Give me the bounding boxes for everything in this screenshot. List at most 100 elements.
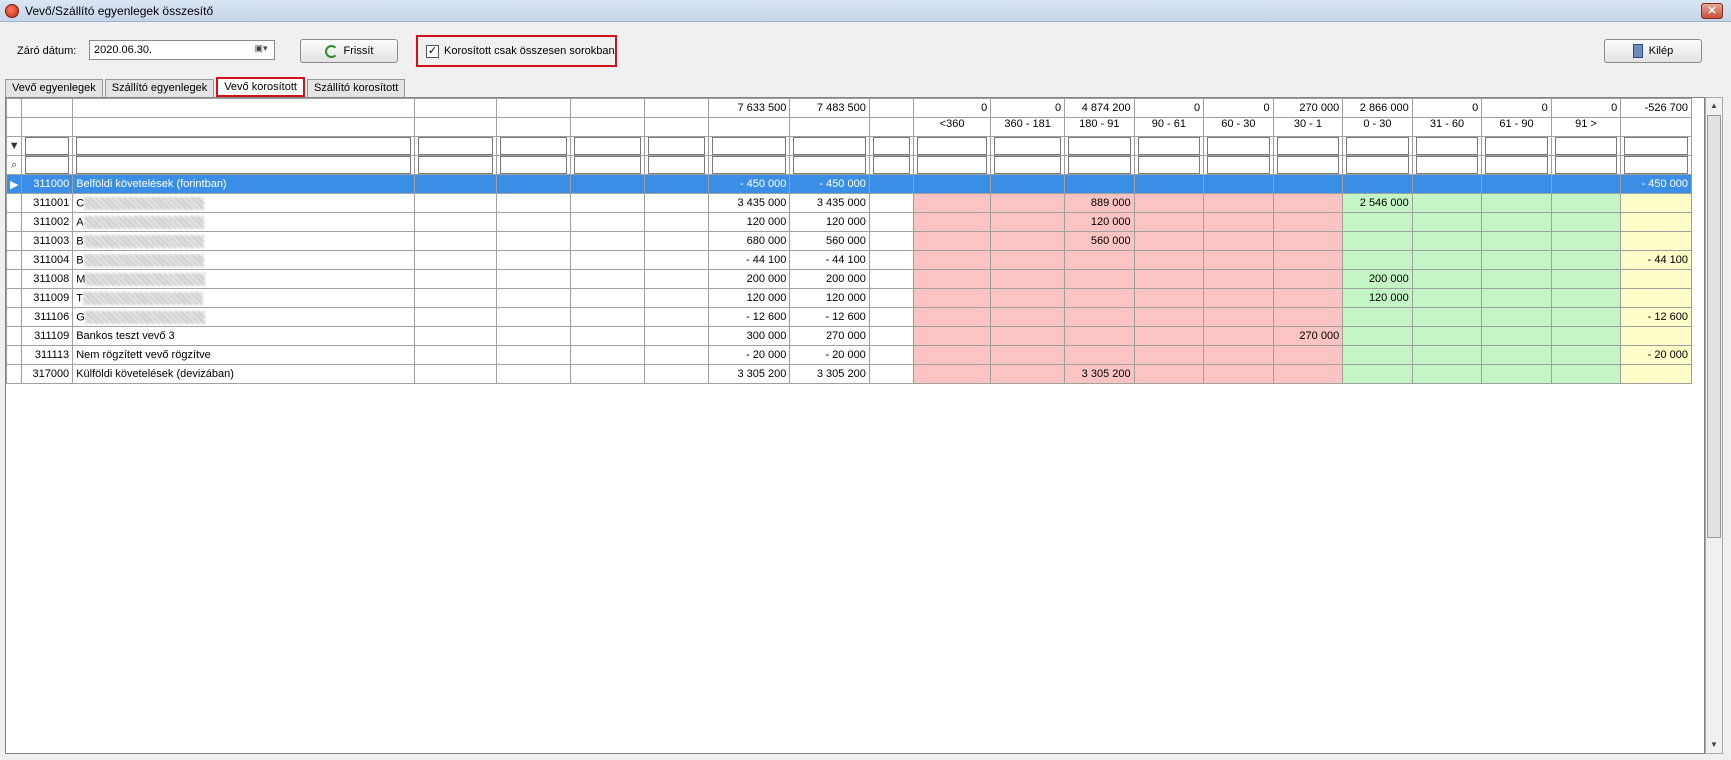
table-row[interactable]: 311003 B 680 000 560 000 560 000 [5, 231, 1692, 251]
filter-input[interactable] [994, 137, 1062, 155]
aging-bucket-header[interactable]: 91 > [1550, 117, 1622, 137]
filter-input[interactable] [418, 137, 493, 155]
egyenleg-cell: 120 000 [789, 212, 870, 232]
table-row[interactable]: 311009 T 120 000 120 000 120 000 [5, 288, 1692, 308]
search-input[interactable] [1485, 156, 1548, 174]
aging-bucket-header[interactable]: 31 - 60 [1411, 117, 1483, 137]
search-input[interactable] [1346, 156, 1409, 174]
filter-icon[interactable]: ▼ [5, 136, 23, 156]
overdue-cell [1133, 345, 1205, 365]
overdue-cell: 270 000 [1272, 326, 1344, 346]
filter-input[interactable] [1068, 137, 1131, 155]
search-input[interactable] [916, 156, 988, 174]
aged-only-totals-option[interactable]: ✓ Korosított csak összesen sorokban [416, 35, 617, 67]
egyeb-cell [1620, 326, 1692, 346]
filter-input[interactable] [499, 137, 567, 155]
search-input[interactable] [499, 156, 567, 174]
filter-input[interactable] [1624, 137, 1688, 155]
table-row[interactable]: ▶ 311000 Belföldi követelések (forintban) -… [5, 174, 1692, 194]
table-row[interactable]: 311002 A 120 000 120 000 120 000 [5, 212, 1692, 232]
empty-cell [569, 193, 645, 213]
vertical-scrollbar[interactable]: ▲ ▼ [1705, 97, 1723, 754]
filter-input[interactable] [1137, 137, 1201, 155]
filter-input[interactable] [76, 137, 412, 155]
tab-customer-balances[interactable]: Vevő egyenlegek [5, 79, 103, 97]
table-row[interactable]: 317000 Külföldi követelések (devizában) 3 … [5, 364, 1692, 384]
filter-row-cell [1203, 136, 1274, 156]
search-row-cell [1620, 155, 1692, 175]
exit-button[interactable]: Kilép [1604, 39, 1702, 63]
table-row[interactable]: 311113 Nem rögzített vevő rögzítve - 20 00… [5, 345, 1692, 365]
date-label: Záró dátum: [17, 45, 77, 57]
egyenleg-cell: 560 000 [789, 231, 870, 251]
search-input[interactable] [76, 156, 412, 174]
aging-bucket-header[interactable]: 30 - 1 [1272, 117, 1344, 137]
filter-input[interactable] [711, 137, 787, 155]
filter-input[interactable] [793, 137, 866, 155]
row-indicator [5, 307, 23, 327]
empty-cell [569, 326, 645, 346]
search-input[interactable] [1207, 156, 1270, 174]
aging-bucket-header[interactable]: 180 - 91 [1064, 117, 1135, 137]
search-input[interactable] [1137, 156, 1201, 174]
search-input[interactable] [1068, 156, 1131, 174]
search-input[interactable] [872, 156, 910, 174]
close-button[interactable]: ✕ [1701, 3, 1723, 19]
filter-input[interactable] [1485, 137, 1548, 155]
overdue-cell [1133, 250, 1205, 270]
search-input[interactable] [1554, 156, 1618, 174]
scrollbar-thumb[interactable] [1707, 115, 1721, 538]
filter-input[interactable] [916, 137, 988, 155]
filter-input[interactable] [25, 137, 70, 155]
table-row[interactable]: 311109 Bankos teszt vevő 3 300 000 270 000 2… [5, 326, 1692, 346]
filter-input[interactable] [872, 137, 910, 155]
search-input[interactable] [711, 156, 787, 174]
scroll-up-icon[interactable]: ▲ [1706, 98, 1722, 114]
search-input[interactable] [1415, 156, 1479, 174]
filter-input[interactable] [1554, 137, 1618, 155]
search-input[interactable] [793, 156, 866, 174]
search-input[interactable] [573, 156, 641, 174]
overdue-cell [912, 326, 992, 346]
search-input[interactable] [1276, 156, 1340, 174]
binoculars-icon[interactable]: ⌕ [5, 155, 23, 175]
table-row[interactable]: 311106 G - 12 600- 12 600- 12 600 [5, 307, 1692, 327]
filter-input[interactable] [573, 137, 641, 155]
redacted-name [83, 253, 204, 267]
filter-input[interactable] [1276, 137, 1340, 155]
search-input[interactable] [647, 156, 705, 174]
search-row-cell [912, 155, 992, 175]
aging-bucket-header[interactable]: <360 [912, 117, 992, 137]
scroll-down-icon[interactable]: ▼ [1706, 737, 1722, 753]
aging-bucket-header[interactable]: 61 - 90 [1481, 117, 1552, 137]
search-input[interactable] [25, 156, 70, 174]
table-row[interactable]: 311004 B - 44 100- 44 100- 44 100 [5, 250, 1692, 270]
aged-only-totals-checkbox[interactable]: ✓ [426, 44, 439, 58]
osszeg-cell: - 450 000 [707, 174, 791, 194]
table-row[interactable]: 311001 C 3 435 000 3 435 000 889 000 2 546 00… [5, 193, 1692, 213]
calendar-dropdown-icon[interactable]: ▣▾ [250, 43, 272, 57]
filter-input[interactable] [1346, 137, 1409, 155]
redacted-name [83, 234, 204, 248]
empty-cell [414, 288, 497, 308]
search-input[interactable] [994, 156, 1062, 174]
aging-bucket-header[interactable]: 360 - 181 [990, 117, 1066, 137]
tab-customer-aged[interactable]: Vevő korosított [216, 77, 305, 97]
filter-row-cell [643, 136, 709, 156]
refresh-button[interactable]: Frissít [300, 39, 398, 63]
nap-cell [868, 269, 914, 289]
search-input[interactable] [1624, 156, 1688, 174]
search-input[interactable] [418, 156, 493, 174]
date-field[interactable]: 2020.06.30. ▣▾ [89, 40, 275, 60]
aging-bucket-header[interactable]: 0 - 30 [1342, 117, 1413, 137]
aging-bucket-header[interactable]: 90 - 61 [1133, 117, 1205, 137]
filter-input[interactable] [647, 137, 705, 155]
filter-input[interactable] [1415, 137, 1479, 155]
empty-cell [643, 364, 709, 384]
table-row[interactable]: 311008 M 200 000 200 000 200 000 [5, 269, 1692, 289]
tab-supplier-aged[interactable]: Szállító korosított [306, 79, 406, 97]
tab-supplier-balances[interactable]: Szállító egyenlegek [104, 79, 215, 97]
filter-input[interactable] [1207, 137, 1270, 155]
aging-bucket-header[interactable]: 60 - 30 [1203, 117, 1274, 137]
not-due-cell [1411, 269, 1483, 289]
